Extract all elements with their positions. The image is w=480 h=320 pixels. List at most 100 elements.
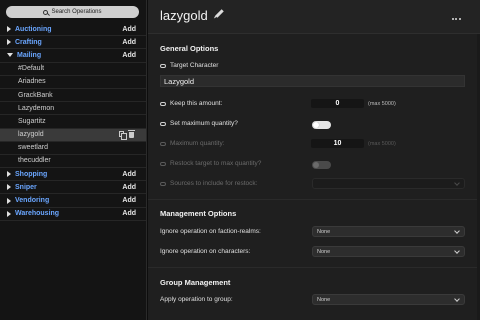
- list-item-label: Lazydemon: [18, 104, 55, 112]
- link-icon[interactable]: [160, 101, 166, 106]
- apply-group-label: Apply operation to group:: [160, 296, 233, 303]
- ignore-characters-text: Ignore operation on characters:: [160, 248, 251, 255]
- restock-label: Restock target to max quantity?: [160, 160, 261, 167]
- list-item-label: Sugartitz: [18, 117, 46, 125]
- category-label: Crafting: [15, 38, 42, 46]
- list-item-sweetlard[interactable]: sweetlard: [0, 142, 146, 155]
- add-vendoring-button[interactable]: Add: [122, 197, 136, 204]
- list-item-lazydemon[interactable]: Lazydemon: [0, 102, 146, 116]
- list-item-label: sweetlard: [18, 144, 48, 152]
- list-item-sugartitz[interactable]: Sugartitz: [0, 115, 146, 129]
- general-options-heading: General Options: [160, 44, 219, 53]
- options-panel: General Options Target Character Lazygol…: [148, 34, 480, 320]
- category-vendoring[interactable]: Vendoring Add: [0, 194, 146, 208]
- link-icon: [160, 141, 166, 146]
- chevron-right-icon: [7, 39, 11, 46]
- section-divider: [148, 199, 480, 200]
- list-item-ariadnes[interactable]: Ariadnes: [0, 76, 146, 89]
- operations-sidebar: Search Operations Auctioning Add Craftin…: [0, 0, 147, 320]
- search-icon: [43, 9, 49, 15]
- ignore-characters-label: Ignore operation on characters:: [160, 248, 250, 255]
- chevron-right-icon: [7, 184, 11, 191]
- page-title: lazygold: [160, 8, 208, 23]
- link-icon[interactable]: [160, 63, 166, 68]
- apply-group-value: None: [317, 296, 331, 303]
- group-management-heading: Group Management: [160, 278, 231, 287]
- max-quantity-label: Maximum quantity:: [160, 140, 225, 147]
- apply-group-select[interactable]: None: [312, 294, 465, 305]
- search-input[interactable]: Search Operations: [6, 6, 139, 18]
- add-mailing-button[interactable]: Add: [122, 52, 136, 59]
- apply-group-text: Apply operation to group:: [160, 296, 233, 303]
- list-item-lazygold[interactable]: lazygold: [0, 128, 146, 142]
- list-item-default[interactable]: #Default: [0, 63, 146, 76]
- management-options-heading: Management Options: [160, 209, 237, 218]
- add-crafting-button[interactable]: Add: [122, 39, 136, 46]
- header-bar: lazygold: [148, 0, 480, 34]
- category-label: Shopping: [15, 170, 48, 178]
- list-item-label: #Default: [18, 65, 45, 73]
- ignore-realms-select[interactable]: None: [312, 226, 465, 237]
- keep-amount-text: Keep this amount:: [170, 100, 223, 107]
- operation-detail: lazygold General Options Target Characte…: [148, 0, 480, 320]
- target-character-input[interactable]: Lazygold: [160, 75, 465, 87]
- restock-text: Restock target to max quantity?: [170, 160, 262, 167]
- trash-icon[interactable]: [128, 130, 135, 139]
- add-warehousing-button[interactable]: Add: [122, 210, 136, 217]
- add-shopping-button[interactable]: Add: [122, 171, 136, 178]
- keep-amount-hint: (max 5000): [368, 101, 396, 107]
- set-max-text: Set maximum quantity?: [170, 120, 238, 127]
- search-placeholder: Search Operations: [51, 9, 102, 15]
- chevron-right-icon: [7, 197, 11, 204]
- category-sniper[interactable]: Sniper Add: [0, 181, 146, 195]
- target-character-label: Target Character: [160, 62, 218, 69]
- add-auctioning-button[interactable]: Add: [122, 26, 136, 33]
- category-label: Warehousing: [15, 210, 60, 218]
- chevron-down-icon: [7, 53, 13, 58]
- category-crafting[interactable]: Crafting Add: [0, 36, 146, 50]
- keep-amount-label: Keep this amount:: [160, 100, 222, 107]
- link-icon: [160, 181, 166, 186]
- category-auctioning[interactable]: Auctioning Add: [0, 23, 146, 37]
- add-sniper-button[interactable]: Add: [122, 184, 136, 191]
- restock-toggle[interactable]: [312, 161, 331, 169]
- list-item-label: thecuddler: [18, 157, 51, 165]
- target-character-value: Lazygold: [164, 76, 195, 86]
- chevron-right-icon: [7, 26, 11, 33]
- ignore-realms-text: Ignore operation on faction-realms:: [160, 228, 261, 235]
- link-icon: [160, 161, 166, 166]
- item-actions: [119, 130, 135, 141]
- chevron-down-icon: [454, 248, 460, 254]
- category-label: Sniper: [15, 183, 37, 191]
- keep-amount-input[interactable]: 0: [311, 99, 364, 108]
- sources-select[interactable]: [312, 178, 465, 189]
- chevron-down-icon: [454, 296, 460, 302]
- chevron-right-icon: [7, 210, 11, 217]
- list-item-thecuddler[interactable]: thecuddler: [0, 155, 146, 169]
- sources-text: Sources to include for restock:: [170, 180, 258, 187]
- max-quantity-input[interactable]: 10: [311, 139, 364, 148]
- list-item-label: GrackBank: [18, 91, 53, 99]
- max-quantity-text: Maximum quantity:: [170, 140, 225, 147]
- category-label: Vendoring: [15, 197, 50, 205]
- section-divider: [148, 267, 480, 268]
- ignore-realms-value: None: [317, 228, 331, 235]
- category-label: Mailing: [17, 51, 42, 59]
- ignore-realms-label: Ignore operation on faction-realms:: [160, 228, 261, 235]
- pencil-icon[interactable]: [215, 9, 224, 18]
- category-shopping[interactable]: Shopping Add: [0, 168, 146, 182]
- target-character-text: Target Character: [170, 62, 219, 69]
- ignore-characters-select[interactable]: None: [312, 246, 465, 257]
- category-mailing[interactable]: Mailing Add: [0, 49, 146, 63]
- list-item-grackbank[interactable]: GrackBank: [0, 89, 146, 103]
- copy-icon[interactable]: [119, 131, 127, 141]
- category-warehousing[interactable]: Warehousing Add: [0, 208, 146, 221]
- ignore-characters-value: None: [317, 248, 331, 255]
- max-quantity-hint: (max 5000): [368, 141, 396, 147]
- set-max-toggle[interactable]: [312, 121, 331, 129]
- more-icon[interactable]: [451, 12, 463, 23]
- list-item-label: Ariadnes: [18, 78, 46, 86]
- category-label: Auctioning: [15, 25, 52, 33]
- set-max-label: Set maximum quantity?: [160, 120, 238, 127]
- link-icon[interactable]: [160, 121, 166, 126]
